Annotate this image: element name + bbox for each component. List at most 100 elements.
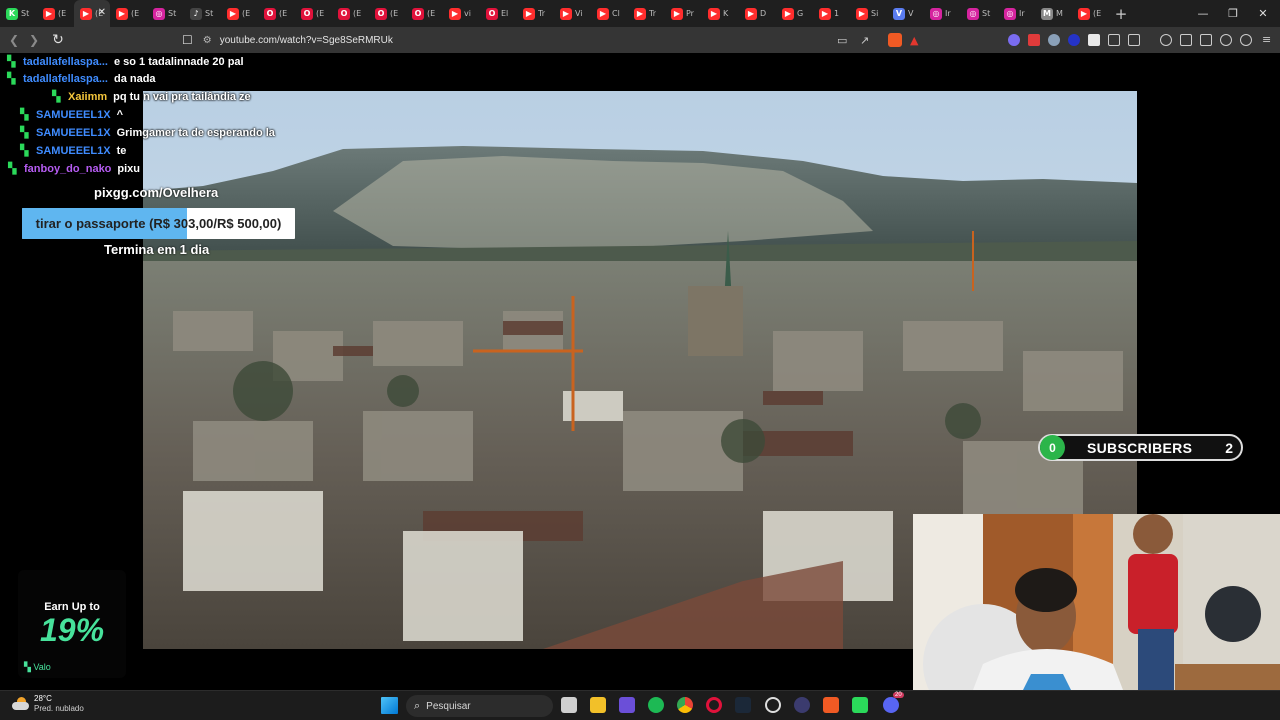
discord-icon[interactable] [883,697,899,713]
new-tab-button[interactable]: + [1109,5,1133,23]
tab-title: (E [242,9,251,18]
browser-tab[interactable]: ◎ Ir [998,0,1035,27]
browser-tab[interactable]: O (E [369,0,406,27]
browser-tab[interactable]: K St [0,0,37,27]
browser-tab[interactable]: ▶ D [739,0,776,27]
task-view-icon[interactable] [561,697,577,713]
browser-tab[interactable]: ▶ K [702,0,739,27]
browser-toolbar: ❮ ❯ ↻ ☐ ⚙ youtube.com/watch?v=Sge8SeRMRU… [0,27,1280,53]
back-icon[interactable]: ❮ [4,33,24,47]
browser-tab[interactable]: ▶ G [776,0,813,27]
browser-tab[interactable]: ▶ Pr [665,0,702,27]
chat-username[interactable]: Xaiimm [68,91,107,103]
chat-username[interactable]: tadallafellaspa... [23,73,108,85]
goal-text: tirar o passaporte (R$ 303,00/R$ 500,00) [35,216,282,231]
ad-card[interactable]: Earn Up to 19% ▚ Valo [18,570,126,678]
browser-tab[interactable]: ▶ Si [850,0,887,27]
tab-title: Ir [945,9,951,18]
wallet-icon[interactable] [1200,34,1212,46]
opera-icon[interactable] [706,697,722,713]
forward-icon[interactable]: ❯ [24,33,44,47]
bookmark-icon[interactable]: ☐ [182,33,193,47]
youtube-icon: ▶ [80,7,92,20]
chrome-icon[interactable] [677,697,693,713]
obs-icon[interactable] [794,697,810,713]
chat-username[interactable]: SAMUEEEL1X [36,127,111,139]
extension-icon[interactable] [1068,34,1080,46]
browser-tab[interactable]: ▶ Cl [591,0,628,27]
leo-icon[interactable] [1220,34,1232,46]
cast-icon[interactable]: ▭ [837,34,847,47]
brave-rewards-icon[interactable]: ▲ [910,34,918,47]
chat-username[interactable]: SAMUEEEL1X [36,109,111,121]
spotify-icon[interactable] [648,697,664,713]
browser-tab[interactable]: O (E [332,0,369,27]
taskbar-search[interactable]: ⌕ Pesquisar [406,695,553,717]
kick-app-icon[interactable] [852,697,868,713]
file-explorer-icon[interactable] [590,697,606,713]
tab-title: (E [1093,9,1102,18]
sidebar-icon[interactable] [1180,34,1192,46]
browser-tab[interactable]: ◎ St [961,0,998,27]
extension-icon[interactable] [1048,34,1060,46]
chat-text: Grimgamer ta de esperando la [116,127,275,139]
browser-tab[interactable]: ▶ vi [443,0,480,27]
media-icon[interactable] [1160,34,1172,46]
browser-tab[interactable]: ▶ (E [37,0,74,27]
browser-tab[interactable]: ▶ (E [221,0,258,27]
reload-icon[interactable]: ↻ [48,32,68,48]
site-info-icon[interactable]: ⚙ [203,35,212,46]
browser-tab[interactable]: ▶ Tr [517,0,554,27]
close-window-icon[interactable]: ✕ [1248,0,1278,27]
menu-icon[interactable]: ≡ [1262,34,1274,46]
tab-title: G [797,9,804,18]
tab-title: (E [427,9,436,18]
steam-icon[interactable] [735,697,751,713]
chat-username[interactable]: tadallafellaspa... [23,56,108,68]
instagram-icon: ◎ [153,7,165,20]
youtube-icon: ▶ [227,7,239,20]
address-bar[interactable]: ☐ ⚙ youtube.com/watch?v=Sge8SeRMRUk ▭ ↗ … [182,29,927,51]
restore-icon[interactable]: ❐ [1218,0,1248,27]
browser-tab[interactable]: O (E [406,0,443,27]
tab-title: V [908,9,914,18]
weather-widget[interactable]: 28°C Pred. nublado [12,694,84,714]
kick-badge-icon: ▚ [52,90,61,103]
youtube-icon: ▶ [597,7,609,20]
minimize-icon[interactable]: — [1188,0,1218,27]
app-icon[interactable] [619,697,635,713]
browser-tab[interactable]: O (E [258,0,295,27]
browser-tab[interactable]: O (E [295,0,332,27]
kick-badge-icon: ▚ [20,144,29,157]
browser-tab[interactable]: MM [1035,0,1072,27]
kick-badge-icon: ▚ [20,108,29,121]
extension-icon[interactable] [1028,34,1040,46]
chat-message: ▚ SAMUEEEL1X ^ [20,106,123,124]
extension-icon[interactable] [1088,34,1100,46]
vpn-icon[interactable] [1240,34,1252,46]
browser-tab[interactable]: ▶ Tr [628,0,665,27]
share-icon[interactable]: ↗ [860,34,869,47]
stream-viewport[interactable]: ▚ tadallafellaspa... e so 1 tadalinnade … [0,53,1280,690]
browser-tab[interactable]: O El [480,0,517,27]
chat-username[interactable]: SAMUEEEL1X [36,145,111,157]
browser-tab[interactable]: ◎ St [147,0,184,27]
brave-shield-icon[interactable] [888,33,902,47]
browser-tab[interactable]: ▶ (E ✕ [74,0,110,27]
browser-tab[interactable]: ▶ 1 [813,0,850,27]
browser-tab[interactable]: ▶ Vi [554,0,591,27]
browser-tab[interactable]: ▶ (E [1072,0,1109,27]
app-icon[interactable] [765,697,781,713]
extension-icon[interactable] [1008,34,1020,46]
windows-start-icon[interactable] [381,697,398,714]
extension-icon[interactable] [1128,34,1140,46]
brave-icon[interactable] [823,697,839,713]
browser-tab[interactable]: ♪ St [184,0,221,27]
browser-tab[interactable]: ▶ (E [110,0,147,27]
puzzle-icon[interactable] [1108,34,1120,46]
browser-tab[interactable]: VV [887,0,924,27]
chat-text: te [116,145,127,157]
chat-username[interactable]: fanboy_do_nako [24,163,111,175]
browser-tab[interactable]: ◎ Ir [924,0,961,27]
close-tab-icon[interactable]: ✕ [98,7,106,18]
